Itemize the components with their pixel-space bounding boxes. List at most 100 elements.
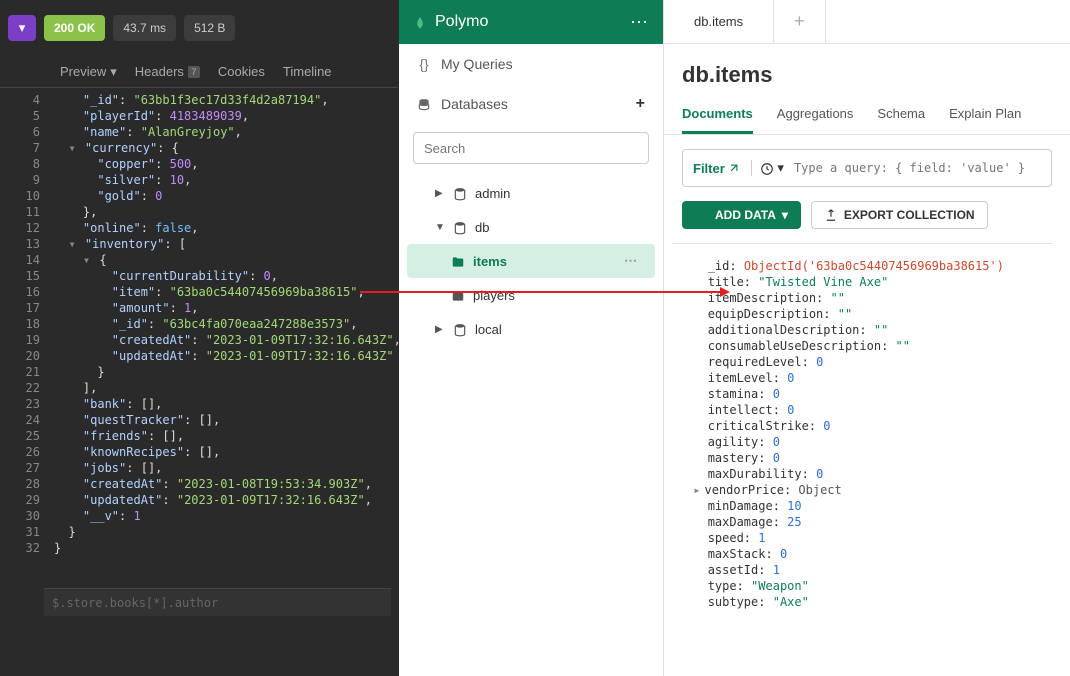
folder-icon (451, 253, 465, 269)
subtab-documents[interactable]: Documents (682, 106, 753, 134)
subtab-schema[interactable]: Schema (877, 106, 925, 134)
history-button[interactable]: ▾ (751, 160, 784, 176)
view-subtabs: Documents Aggregations Schema Explain Pl… (664, 106, 1070, 135)
export-collection-button[interactable]: EXPORT COLLECTION (811, 201, 988, 229)
code-line: 21 } (0, 364, 399, 380)
add-data-button[interactable]: ADD DATA ▾ (682, 201, 801, 229)
doc-field: speed: 1 (686, 530, 1052, 546)
tab-timeline[interactable]: Timeline (283, 64, 332, 79)
code-line: 25 "friends": [], (0, 428, 399, 444)
code-line: 28 "createdAt": "2023-01-08T19:53:34.903… (0, 476, 399, 492)
doc-field: additionalDescription: "" (686, 322, 1052, 338)
doc-field: consumableUseDescription: "" (686, 338, 1052, 354)
tree-db-local[interactable]: ▶ local (399, 312, 663, 346)
section-databases[interactable]: Databases + (399, 84, 663, 124)
tree-db-admin[interactable]: ▶ admin (399, 176, 663, 210)
status-badge: 200 OK (44, 15, 105, 41)
code-line: 13 ▾ "inventory": [ (0, 236, 399, 252)
braces-icon: {} (417, 56, 431, 72)
doc-field: ▸vendorPrice: Object (686, 482, 1052, 498)
chevron-right-icon: ▶ (435, 188, 445, 199)
code-line: 15 "currentDurability": 0, (0, 268, 399, 284)
code-line: 9 "silver": 10, (0, 172, 399, 188)
filter-bar: Filter ▾ (682, 149, 1052, 187)
subtab-aggregations[interactable]: Aggregations (777, 106, 854, 134)
doc-field: assetId: 1 (686, 562, 1052, 578)
doc-field: agility: 0 (686, 434, 1052, 450)
subtab-explain[interactable]: Explain Plan (949, 106, 1021, 134)
json-response-panel: ▾ 200 OK 43.7 ms 512 B Preview ▾ Headers… (0, 0, 399, 676)
doc-field: intellect: 0 (686, 402, 1052, 418)
headers-count-badge: 7 (188, 66, 200, 78)
code-line: 31 } (0, 524, 399, 540)
response-tabs: Preview ▾ Headers7 Cookies Timeline (0, 56, 399, 88)
doc-field: mastery: 0 (686, 450, 1052, 466)
doc-field: maxDurability: 0 (686, 466, 1052, 482)
collection-menu-icon[interactable]: ⋯ (624, 253, 637, 269)
response-header: ▾ 200 OK 43.7 ms 512 B (0, 0, 399, 56)
document-viewer[interactable]: _id: ObjectId('63ba0c54407456969ba38615'… (672, 243, 1052, 610)
folder-icon (451, 287, 465, 303)
brand-name: Polymo (435, 13, 622, 31)
doc-field: equipDescription: "" (686, 306, 1052, 322)
chevron-right-icon: ▶ (435, 324, 445, 335)
code-line: 32} (0, 540, 399, 556)
section-my-queries[interactable]: {} My Queries (399, 44, 663, 84)
database-icon (453, 185, 467, 201)
code-line: 14 ▾ { (0, 252, 399, 268)
tab-cookies[interactable]: Cookies (218, 64, 265, 79)
collapse-button[interactable]: ▾ (8, 15, 36, 41)
doc-field: requiredLevel: 0 (686, 354, 1052, 370)
tab-db-items[interactable]: db.items (664, 0, 774, 43)
doc-field: stamina: 0 (686, 386, 1052, 402)
code-line: 16 "item": "63ba0c54407456969ba38615", (0, 284, 399, 300)
doc-field: itemDescription: "" (686, 290, 1052, 306)
collection-tabs: db.items + (664, 0, 1070, 44)
tree-collection-items[interactable]: items ⋯ (407, 244, 655, 278)
action-row: ADD DATA ▾ EXPORT COLLECTION (664, 201, 1070, 229)
code-line: 27 "jobs": [], (0, 460, 399, 476)
filter-button[interactable]: Filter (693, 161, 741, 176)
code-line: 8 "copper": 500, (0, 156, 399, 172)
page-title: db.items (664, 44, 1070, 106)
code-line: 11 }, (0, 204, 399, 220)
database-icon (453, 321, 467, 337)
doc-field: type: "Weapon" (686, 578, 1052, 594)
code-line: 10 "gold": 0 (0, 188, 399, 204)
response-time: 43.7 ms (113, 15, 176, 41)
doc-field: criticalStrike: 0 (686, 418, 1052, 434)
document-panel: db.items + db.items Documents Aggregatio… (664, 0, 1070, 676)
database-sidebar: Polymo ⋯ {} My Queries Databases + ▶ adm… (399, 0, 664, 676)
tree-collection-players[interactable]: players (399, 278, 663, 312)
add-database-icon[interactable]: + (636, 95, 645, 113)
code-line: 6 "name": "AlanGreyjoy", (0, 124, 399, 140)
add-tab-button[interactable]: + (774, 0, 826, 43)
database-tree: ▶ admin ▼ db items ⋯ players ▶ local (399, 172, 663, 350)
tree-db-db[interactable]: ▼ db (399, 210, 663, 244)
tab-headers[interactable]: Headers7 (135, 64, 200, 79)
response-size: 512 B (184, 15, 235, 41)
code-line: 7 ▾ "currency": { (0, 140, 399, 156)
json-body[interactable]: 4 "_id": "63bb1f3ec17d33f4d2a87194",5 "p… (0, 88, 399, 583)
database-icon (453, 219, 467, 235)
tab-preview[interactable]: Preview ▾ (60, 64, 117, 80)
doc-field: minDamage: 10 (686, 498, 1052, 514)
code-line: 4 "_id": "63bb1f3ec17d33f4d2a87194", (0, 92, 399, 108)
code-line: 18 "_id": "63bc4fa070eaa247288e3573", (0, 316, 399, 332)
doc-field: maxStack: 0 (686, 546, 1052, 562)
code-line: 17 "amount": 1, (0, 300, 399, 316)
code-line: 5 "playerId": 4183489039, (0, 108, 399, 124)
code-line: 24 "questTracker": [], (0, 412, 399, 428)
search-input[interactable] (413, 132, 649, 164)
doc-field: title: "Twisted Vine Axe" (686, 274, 1052, 290)
brand-menu-icon[interactable]: ⋯ (630, 12, 649, 33)
jsonpath-input[interactable]: $.store.books[*].author (44, 588, 391, 616)
code-line: 20 "updatedAt": "2023-01-09T17:32:16.643… (0, 348, 399, 364)
database-icon (417, 96, 431, 112)
chevron-down-icon: ▾ (782, 208, 788, 222)
doc-field: itemLevel: 0 (686, 370, 1052, 386)
doc-field: _id: ObjectId('63ba0c54407456969ba38615'… (686, 258, 1052, 274)
code-line: 19 "createdAt": "2023-01-09T17:32:16.643… (0, 332, 399, 348)
brand-bar: Polymo ⋯ (399, 0, 663, 44)
query-input[interactable] (794, 161, 1041, 175)
